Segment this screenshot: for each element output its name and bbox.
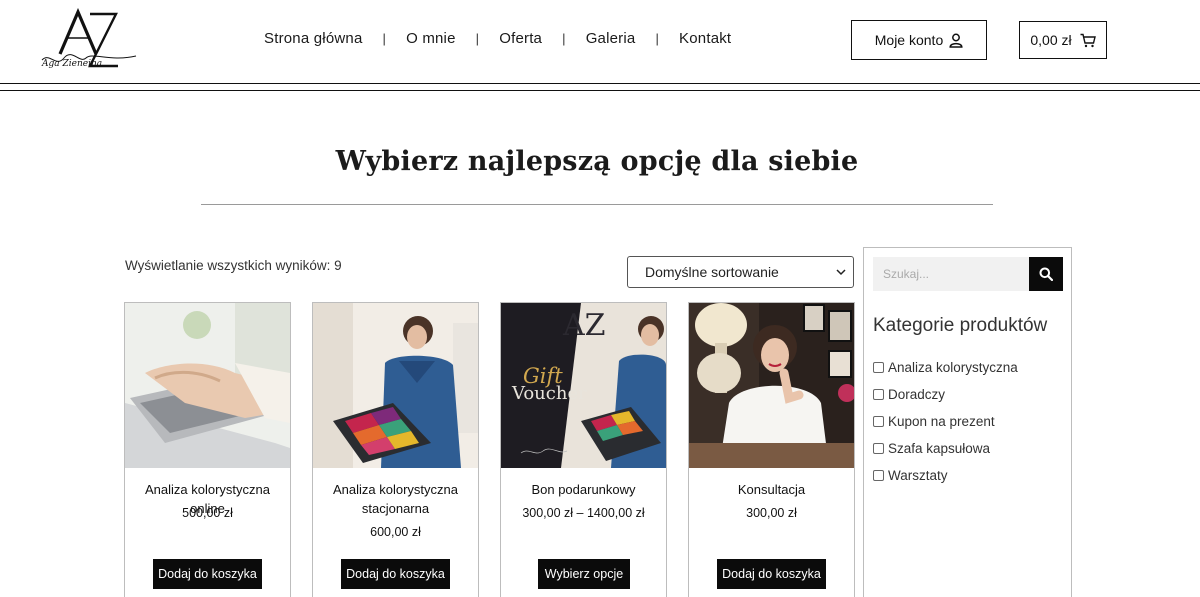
shop-sidebar: Szukaj... Kategorie produktów Analiza ko… xyxy=(863,247,1072,597)
checkbox[interactable] xyxy=(873,443,884,454)
nav-item-home[interactable]: Strona główna xyxy=(264,30,363,47)
product-image[interactable] xyxy=(313,303,478,468)
product-card-online-analysis: Analiza kolorystyczna online 500,00 zł D… xyxy=(124,302,291,597)
cart-button[interactable]: 0,00 zł xyxy=(1019,21,1107,59)
add-to-cart-button[interactable]: Dodaj do koszyka xyxy=(153,559,262,589)
categories-title: Kategorie produktów xyxy=(873,315,1048,336)
laptop-typing-photo xyxy=(125,303,290,468)
category-label: Warsztaty xyxy=(888,468,948,483)
voucher-title-text: Voucher xyxy=(511,383,587,404)
nav-item-gallery[interactable]: Galeria xyxy=(586,30,636,47)
sort-selected-value: Domyślne sortowanie xyxy=(645,264,779,280)
woman-color-palette-photo xyxy=(313,303,478,468)
add-to-cart-button[interactable]: Dodaj do koszyka xyxy=(717,559,826,589)
consultation-portrait-photo xyxy=(689,303,854,468)
my-account-label: Moje konto xyxy=(874,32,944,48)
my-account-button[interactable]: Moje konto xyxy=(851,20,987,60)
title-divider xyxy=(201,204,993,205)
checkbox[interactable] xyxy=(873,389,884,400)
nav-item-offer[interactable]: Oferta xyxy=(499,30,542,47)
product-search-input[interactable]: Szukaj... xyxy=(873,257,1029,291)
header-divider xyxy=(0,83,1200,84)
nav-separator: | xyxy=(475,31,480,46)
product-name[interactable]: Analiza kolorystyczna stacjonarna xyxy=(317,480,474,518)
search-button[interactable] xyxy=(1029,257,1063,291)
product-price: 500,00 zł xyxy=(182,506,233,520)
category-label: Doradczy xyxy=(888,387,946,402)
category-label: Analiza kolorystyczna xyxy=(888,360,1018,375)
cart-icon xyxy=(1080,33,1096,47)
result-count: Wyświetlanie wszystkich wyników: 9 xyxy=(125,258,342,273)
category-filter-advisory[interactable]: Doradczy xyxy=(873,387,945,402)
category-label: Szafa kapsułowa xyxy=(888,441,991,456)
product-price: 600,00 zł xyxy=(370,525,421,539)
category-filter-capsule-wardrobe[interactable]: Szafa kapsułowa xyxy=(873,441,990,456)
checkbox[interactable] xyxy=(873,470,884,481)
choose-options-button[interactable]: Wybierz opcje xyxy=(538,559,630,589)
search-icon xyxy=(1039,267,1053,281)
nav-item-contact[interactable]: Kontakt xyxy=(679,30,731,47)
gift-voucher-photo: AZ Gift Voucher xyxy=(501,303,666,468)
category-label: Kupon na prezent xyxy=(888,414,995,429)
category-filter-gift-coupon[interactable]: Kupon na prezent xyxy=(873,414,995,429)
cart-total: 0,00 zł xyxy=(1030,32,1072,48)
checkbox[interactable] xyxy=(873,362,884,373)
page-title: Wybierz najlepszą opcję dla siebie xyxy=(335,146,859,177)
product-card-stationary-analysis: Analiza kolorystyczna stacjonarna 600,00… xyxy=(312,302,479,597)
product-name[interactable]: Konsultacja xyxy=(693,480,850,499)
category-filter-workshops[interactable]: Warsztaty xyxy=(873,468,948,483)
product-card-consultation: Konsultacja 300,00 zł Dodaj do koszyka xyxy=(688,302,855,597)
category-filter-color-analysis[interactable]: Analiza kolorystyczna xyxy=(873,360,1018,375)
product-card-gift-voucher: AZ Gift Voucher Bon podarunkowy 300,00 z… xyxy=(500,302,667,597)
site-header: Aga Zieneina Strona główna | O mnie | Of… xyxy=(0,0,1200,84)
nav-item-about[interactable]: O mnie xyxy=(406,30,456,47)
product-image[interactable] xyxy=(125,303,290,468)
nav-separator: | xyxy=(382,31,387,46)
product-price: 300,00 zł xyxy=(746,506,797,520)
header-divider xyxy=(0,90,1200,91)
product-image[interactable]: AZ Gift Voucher xyxy=(501,303,666,468)
checkbox[interactable] xyxy=(873,416,884,427)
product-image[interactable] xyxy=(689,303,854,468)
chevron-down-icon xyxy=(836,269,846,276)
nav-separator: | xyxy=(562,31,566,46)
user-icon xyxy=(949,33,963,48)
sort-select[interactable]: Domyślne sortowanie xyxy=(627,256,854,288)
svg-text:AZ: AZ xyxy=(562,308,606,343)
logo-signature: Aga Zieneina xyxy=(41,59,102,69)
logo-mark: Aga Zieneina xyxy=(41,7,137,69)
product-price: 300,00 zł – 1400,00 zł xyxy=(522,506,645,520)
product-name[interactable]: Bon podarunkowy xyxy=(505,480,662,499)
add-to-cart-button[interactable]: Dodaj do koszyka xyxy=(341,559,450,589)
main-nav: Strona główna | O mnie | Oferta | Galeri… xyxy=(264,30,731,47)
nav-separator: | xyxy=(655,31,660,46)
site-logo[interactable]: Aga Zieneina xyxy=(40,7,140,74)
